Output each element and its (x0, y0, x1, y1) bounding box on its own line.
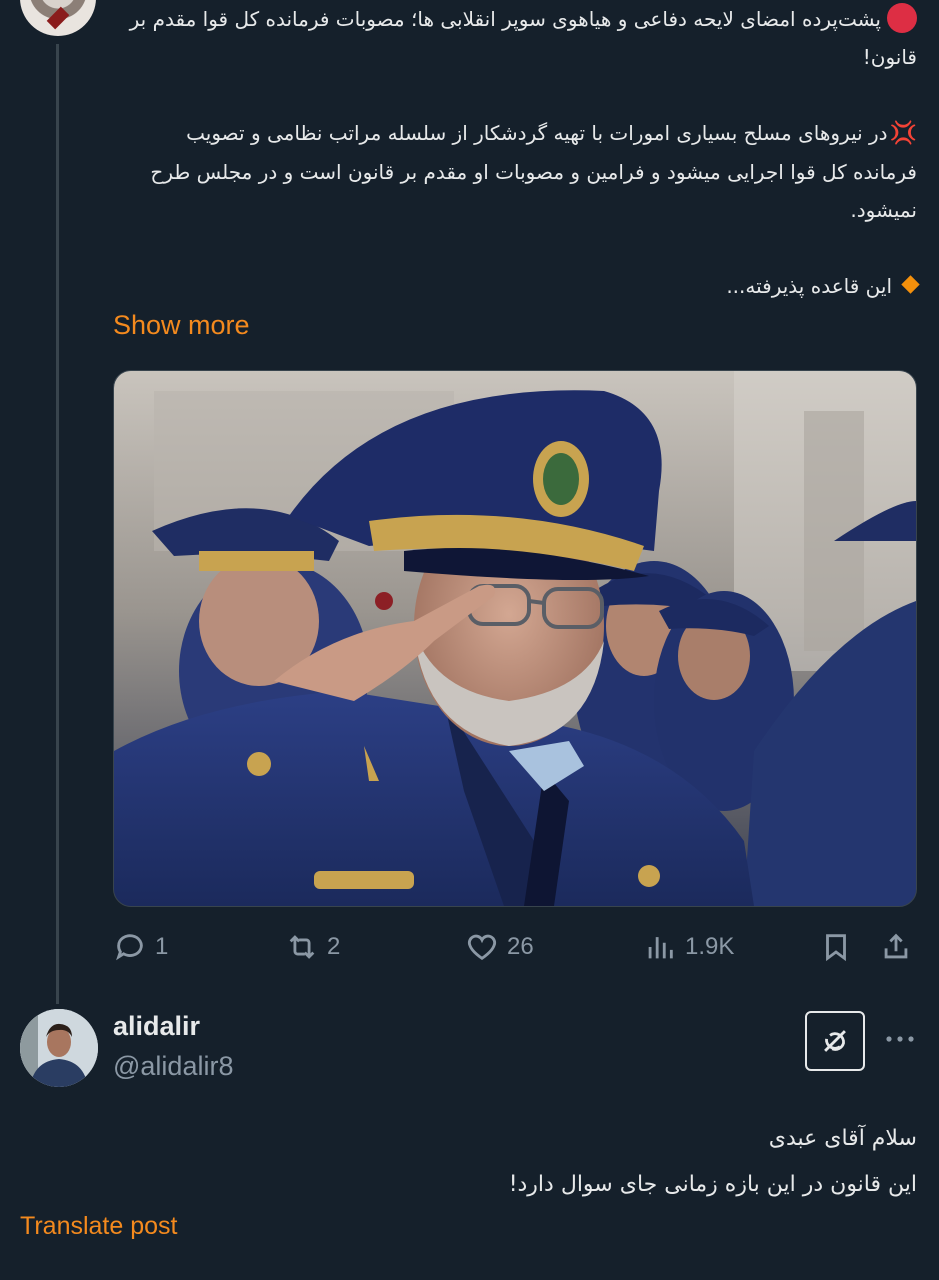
tweet-action-bar: 1 2 26 1.9K (113, 925, 915, 969)
reply-line-2: این قانون در این بازه زمانی جای سوال دار… (508, 1172, 917, 1197)
reply-line-1: سلام آقای عبدی (768, 1126, 917, 1151)
person-photo-icon (20, 1009, 98, 1087)
more-options-button[interactable] (880, 1021, 920, 1057)
repost-button[interactable]: 2 (285, 925, 340, 969)
reply-body: سلام آقای عبدی این قانون در این بازه زما… (117, 1116, 917, 1208)
orange-diamond-icon (901, 275, 920, 294)
views-button[interactable]: 1.9K (643, 925, 734, 969)
reply-icon (116, 934, 143, 961)
tweet-line-1: پشت‌پرده امضای لایحه دفاعی و هیاهوی سوپر… (117, 0, 917, 76)
reply-button[interactable]: 1 (113, 925, 168, 969)
grok-button[interactable] (805, 1011, 865, 1071)
like-count: 26 (507, 933, 534, 960)
thread-connector-line (56, 44, 59, 1004)
share-button[interactable] (879, 925, 913, 969)
reply-header: alidalir @alidalir8 (0, 1005, 939, 1095)
like-button[interactable]: 26 (465, 925, 534, 969)
reply-handle[interactable]: @alidalir8 (113, 1051, 233, 1082)
anger-symbol-icon: 💢 (889, 121, 917, 146)
views-count: 1.9K (685, 933, 735, 960)
bookmark-icon (826, 934, 846, 962)
grok-icon (824, 1030, 846, 1052)
avatar-tie-detail (46, 6, 70, 30)
tweet-line-2: 💢در نیروهای مسلح بسیاری امورات با تهیه گ… (117, 114, 917, 229)
tweet-body: پشت‌پرده امضای لایحه دفاعی و هیاهوی سوپر… (117, 0, 920, 305)
more-icon (886, 1036, 914, 1042)
reply-author-avatar[interactable] (20, 1009, 98, 1087)
tweet-photo[interactable] (113, 370, 917, 907)
repost-icon (289, 935, 315, 959)
share-icon (884, 933, 908, 959)
like-icon (467, 934, 497, 961)
saluting-officers-photo-icon (114, 371, 916, 906)
reply-count: 1 (155, 933, 169, 960)
views-icon (648, 937, 673, 959)
reply-display-name[interactable]: alidalir (113, 1011, 200, 1042)
tweet-line-3: این قاعده پذیرفته... (117, 267, 920, 305)
translate-post-link[interactable]: Translate post (20, 1212, 177, 1241)
red-circle-icon (887, 3, 917, 33)
author-avatar[interactable] (20, 0, 96, 36)
bookmark-button[interactable] (819, 925, 853, 969)
repost-count: 2 (327, 933, 341, 960)
show-more-link[interactable]: Show more (113, 310, 250, 341)
